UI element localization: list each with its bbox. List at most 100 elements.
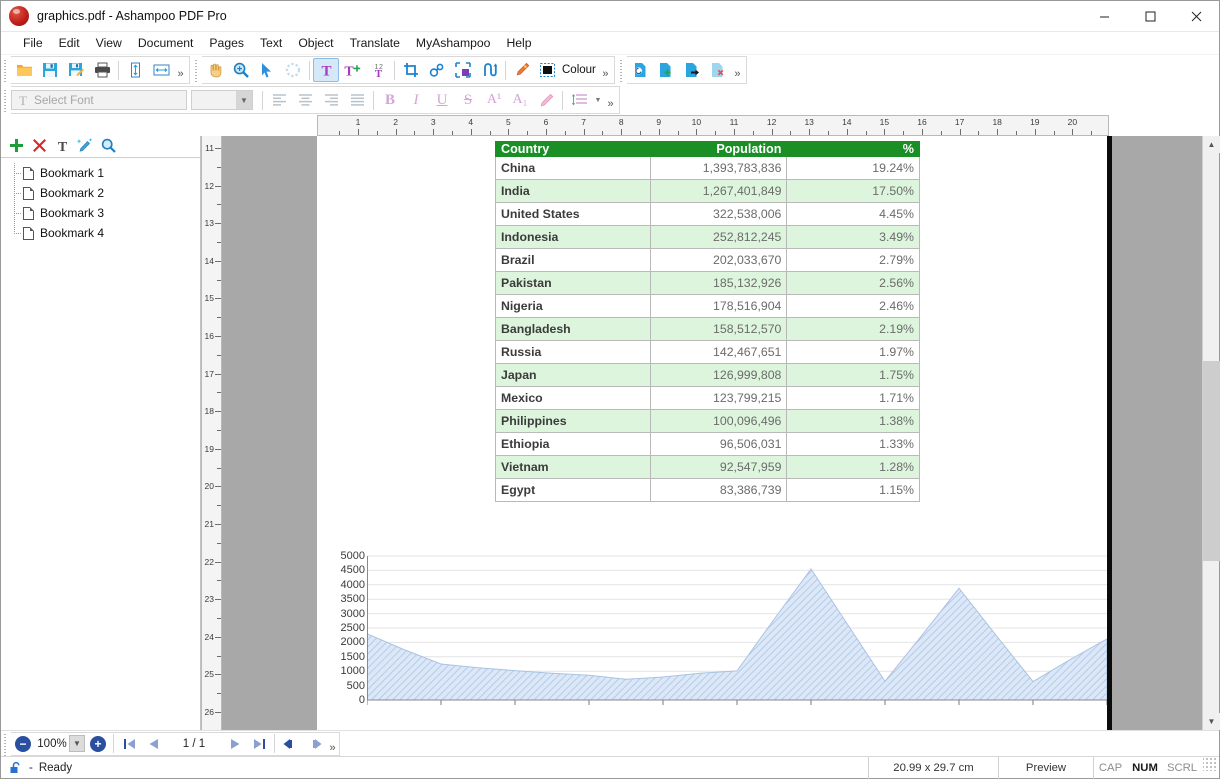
last-page-icon[interactable] (247, 733, 271, 755)
line-spacing-dropdown[interactable]: ▼ (592, 88, 604, 112)
strikethrough-icon[interactable]: S (455, 88, 481, 112)
cell-percent: 2.46% (787, 295, 920, 318)
vertical-ruler[interactable]: 11121314151617181920212223242526 (201, 136, 222, 730)
document-canvas[interactable]: Country Population % China1,393,783,8361… (222, 136, 1202, 730)
menu-translate[interactable]: Translate (342, 33, 408, 53)
pdf-page[interactable]: Country Population % China1,393,783,8361… (317, 136, 1107, 730)
list-item[interactable]: Bookmark 1 (1, 163, 200, 183)
toolbar-grip[interactable] (2, 58, 9, 82)
list-item[interactable]: Bookmark 2 (1, 183, 200, 203)
forward-view-icon[interactable] (302, 733, 326, 755)
maximize-button[interactable] (1127, 1, 1173, 32)
text-highlight-icon[interactable] (533, 88, 559, 112)
colour-label[interactable]: Colour (561, 64, 599, 76)
chevron-down-icon[interactable]: ▼ (236, 91, 252, 109)
search-bookmark-icon[interactable] (98, 136, 118, 156)
font-toolbar-overflow[interactable]: » (604, 88, 617, 112)
bottom-nav-overflow[interactable]: » (326, 732, 339, 756)
add-bookmark-icon[interactable] (6, 136, 26, 156)
print-icon[interactable] (89, 58, 115, 82)
underline-icon[interactable]: U (429, 88, 455, 112)
superscript-icon[interactable]: A¹ (481, 88, 507, 112)
close-button[interactable] (1173, 1, 1219, 32)
subscript-icon[interactable]: A₁ (507, 88, 533, 112)
font-select-input[interactable]: T Select Font (11, 90, 187, 110)
toolbar-overflow-tools[interactable]: » (599, 58, 612, 82)
font-size-input[interactable]: ▼ (191, 90, 253, 110)
view-mode-cell[interactable]: Preview (998, 757, 1093, 779)
bottom-nav-grip[interactable] (2, 732, 9, 756)
fit-height-icon[interactable] (122, 58, 148, 82)
scrollbar-thumb[interactable] (1203, 361, 1220, 561)
add-text-icon[interactable]: T (339, 58, 365, 82)
horizontal-ruler[interactable]: 1234567891011121314151617181920 (317, 115, 1109, 136)
menu-document[interactable]: Document (130, 33, 202, 53)
open-folder-icon[interactable] (11, 58, 37, 82)
bookmarks-list: Bookmark 1 Bookmark 2 Bookmark 3 Bookmar… (1, 158, 200, 730)
zoom-icon[interactable] (228, 58, 254, 82)
resize-grip-icon[interactable] (1203, 757, 1217, 771)
delete-bookmark-icon[interactable] (29, 136, 49, 156)
align-left-icon[interactable] (266, 88, 292, 112)
font-toolbar-grip[interactable] (2, 88, 9, 112)
rename-bookmark-icon[interactable]: T (52, 136, 72, 156)
toolbar-grip-2[interactable] (193, 58, 200, 82)
menu-view[interactable]: View (88, 33, 130, 53)
colour-swatch-icon[interactable] (535, 58, 561, 82)
save-icon[interactable] (37, 58, 63, 82)
back-view-icon[interactable] (278, 733, 302, 755)
text-tool-icon[interactable]: T (313, 58, 339, 82)
highlighter-icon[interactable] (509, 58, 535, 82)
zoom-in-button[interactable]: + (90, 736, 106, 752)
align-right-icon[interactable] (318, 88, 344, 112)
menu-edit[interactable]: Edit (51, 33, 88, 53)
zoom-out-button[interactable]: − (15, 736, 31, 752)
flow-icon[interactable] (476, 58, 502, 82)
hand-icon[interactable] (202, 58, 228, 82)
menu-myashampoo[interactable]: MyAshampoo (408, 33, 499, 53)
ruler-label: 1 (356, 117, 361, 127)
minimize-button[interactable] (1081, 1, 1127, 32)
toolbar-overflow-pages[interactable]: » (731, 58, 744, 82)
table-row: Bangladesh158,512,5702.19% (496, 318, 920, 341)
page-rotate-icon[interactable] (627, 58, 653, 82)
align-justify-icon[interactable] (344, 88, 370, 112)
menu-pages[interactable]: Pages (201, 33, 252, 53)
list-item[interactable]: Bookmark 4 (1, 223, 200, 243)
bold-icon[interactable]: B (377, 88, 403, 112)
fit-width-icon[interactable] (148, 58, 174, 82)
rotate-icon[interactable] (280, 58, 306, 82)
ruler-label: 2 (393, 117, 398, 127)
italic-icon[interactable]: I (403, 88, 429, 112)
page-move-icon[interactable] (679, 58, 705, 82)
line-spacing-icon[interactable] (566, 88, 592, 112)
menu-text[interactable]: Text (252, 33, 290, 53)
area-chart: 0500100015002000250030003500400045005000 (327, 548, 1107, 723)
first-page-icon[interactable] (117, 733, 141, 755)
select-arrow-icon[interactable] (254, 58, 280, 82)
menu-help[interactable]: Help (498, 33, 539, 53)
window-controls (1081, 1, 1219, 32)
scroll-down-icon[interactable]: ▼ (1203, 713, 1220, 730)
list-item[interactable]: Bookmark 3 (1, 203, 200, 223)
zoom-dropdown-icon[interactable]: ▼ (69, 735, 85, 752)
zoom-level-value[interactable]: 100% (35, 738, 69, 750)
link-icon[interactable] (424, 58, 450, 82)
select-object-icon[interactable] (450, 58, 476, 82)
scroll-up-icon[interactable]: ▲ (1203, 136, 1220, 153)
save-as-icon[interactable] (63, 58, 89, 82)
next-page-icon[interactable] (223, 733, 247, 755)
align-center-icon[interactable] (292, 88, 318, 112)
page-delete-icon[interactable] (705, 58, 731, 82)
text-index-icon[interactable]: 12T (365, 58, 391, 82)
page-indicator[interactable]: 1 / 1 (165, 738, 223, 750)
prev-page-icon[interactable] (141, 733, 165, 755)
menu-object[interactable]: Object (290, 33, 341, 53)
page-add-icon[interactable] (653, 58, 679, 82)
toolbar-grip-3[interactable] (618, 58, 625, 82)
toolbar-overflow-file[interactable]: » (174, 58, 187, 82)
menu-file[interactable]: File (15, 33, 51, 53)
auto-bookmark-icon[interactable] (75, 136, 95, 156)
vertical-scrollbar[interactable]: ▲ ▼ (1202, 136, 1219, 730)
crop-icon[interactable] (398, 58, 424, 82)
